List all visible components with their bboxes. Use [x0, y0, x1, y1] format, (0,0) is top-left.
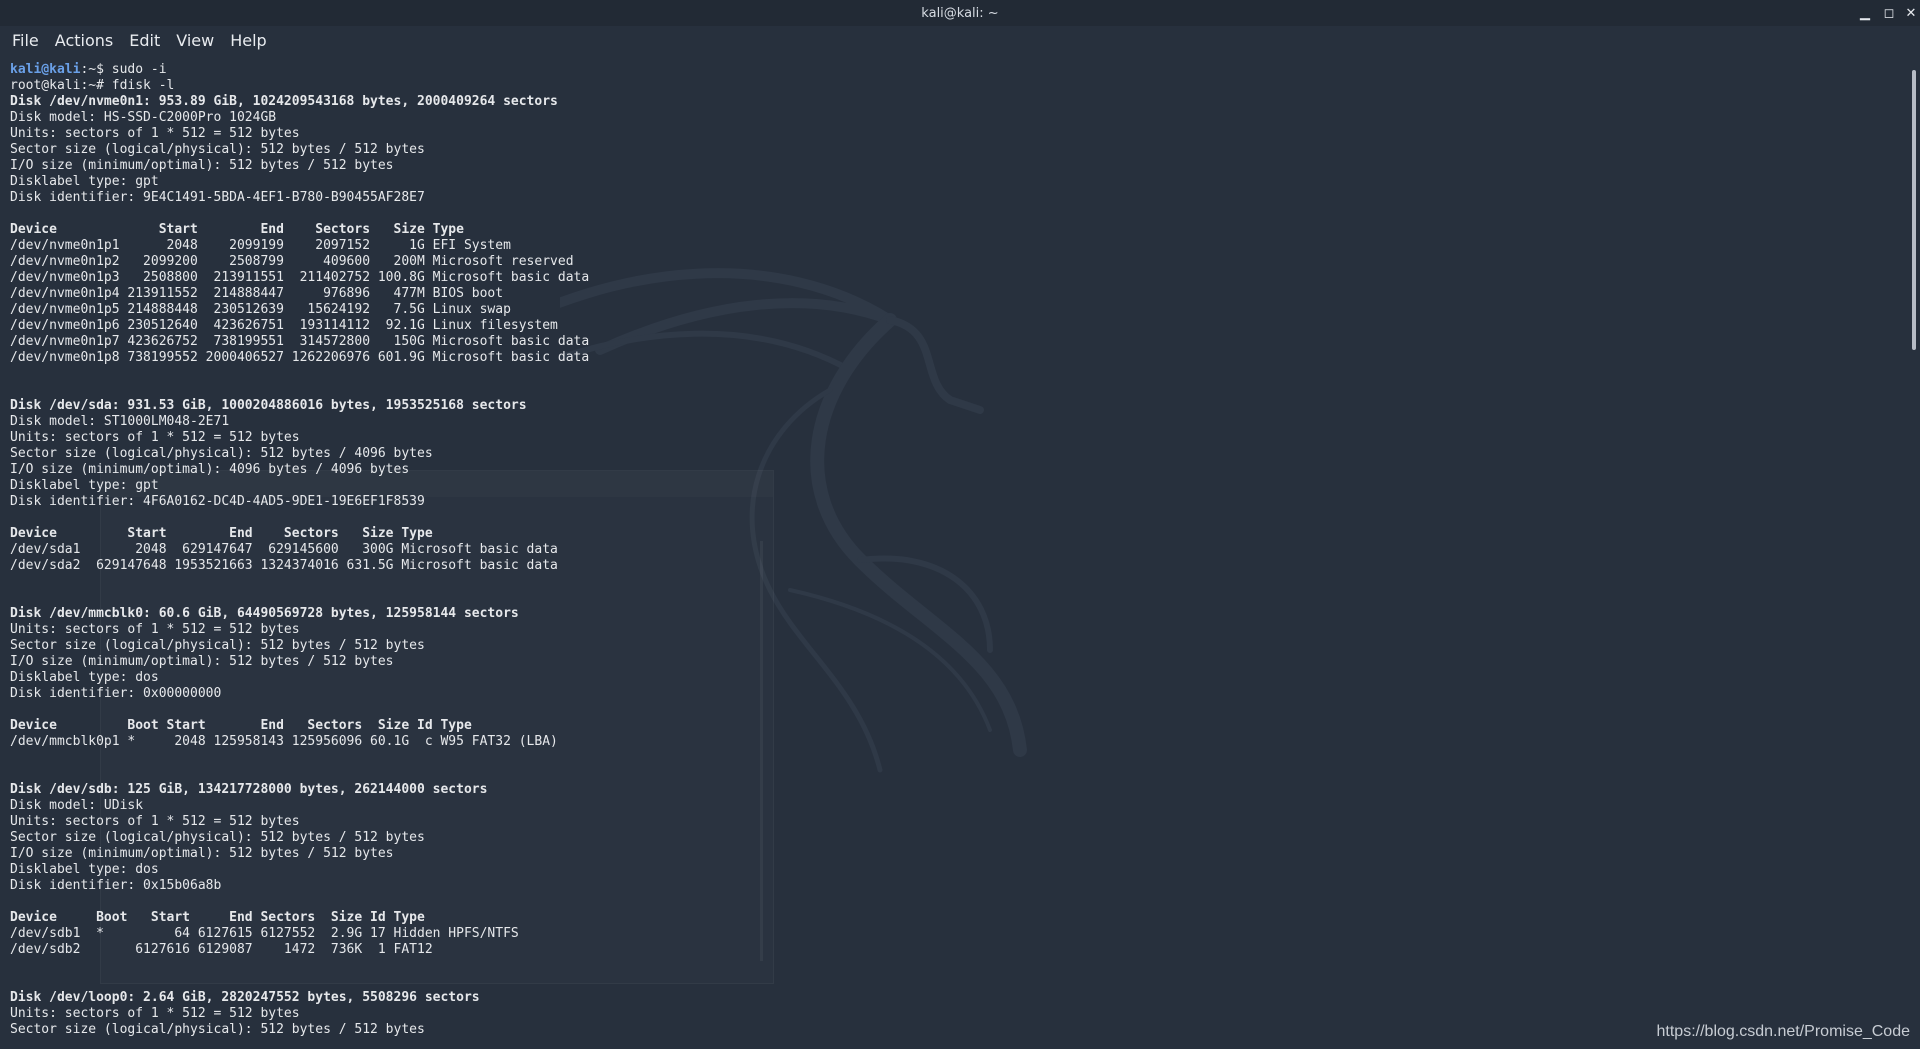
- terminal-line: root@kali:~# fdisk -l: [10, 78, 175, 93]
- terminal-line: Units: sectors of 1 * 512 = 512 bytes: [10, 430, 300, 445]
- menu-bar: File Actions Edit View Help: [0, 26, 1920, 56]
- terminal-line: Sector size (logical/physical): 512 byte…: [10, 830, 425, 845]
- minimize-button[interactable]: ▁: [1856, 4, 1874, 22]
- terminal-line: Disk identifier: 0x15b06a8b: [10, 878, 222, 893]
- terminal-line: Disklabel type: dos: [10, 862, 159, 877]
- terminal-line: Disk model: HS-SSD-C2000Pro 1024GB: [10, 110, 277, 125]
- terminal-line: /dev/nvme0n1p5 214888448 230512639 15624…: [10, 302, 511, 317]
- terminal-window: kali@kali: ~ ▁ ◻ ✕ File Actions Edit Vie…: [0, 0, 1920, 1049]
- scrollbar-thumb[interactable]: [1912, 70, 1916, 350]
- prompt-command: :~$ sudo -i: [80, 62, 167, 77]
- terminal-line: I/O size (minimum/optimal): 512 bytes / …: [10, 654, 394, 669]
- terminal-line: /dev/sdb2 6127616 6129087 1472 736K 1 FA…: [10, 942, 433, 957]
- menu-file[interactable]: File: [4, 26, 47, 56]
- terminal-line: /dev/sda2 629147648 1953521663 132437401…: [10, 558, 558, 573]
- terminal-line: Sector size (logical/physical): 512 byte…: [10, 638, 425, 653]
- terminal-line: Sector size (logical/physical): 512 byte…: [10, 1022, 425, 1037]
- terminal-line: Disk /dev/sda: 931.53 GiB, 1000204886016…: [10, 398, 527, 413]
- terminal-line: /dev/nvme0n1p2 2099200 2508799 409600 20…: [10, 254, 574, 269]
- close-button[interactable]: ✕: [1902, 4, 1920, 22]
- terminal-line: Sector size (logical/physical): 512 byte…: [10, 446, 433, 461]
- terminal-line: Device Boot Start End Sectors Size Id Ty…: [10, 910, 425, 925]
- terminal-line: Disk model: UDisk: [10, 798, 144, 813]
- maximize-button[interactable]: ◻: [1880, 4, 1898, 22]
- terminal-line: Device Start End Sectors Size Type: [10, 222, 464, 237]
- window-title: kali@kali: ~: [921, 5, 999, 21]
- terminal-line: /dev/nvme0n1p3 2508800 213911551 2114027…: [10, 270, 590, 285]
- terminal-line: Disk identifier: 0x00000000: [10, 686, 222, 701]
- terminal-line: /dev/nvme0n1p6 230512640 423626751 19311…: [10, 318, 558, 333]
- terminal-line: Disklabel type: dos: [10, 670, 159, 685]
- menu-actions[interactable]: Actions: [47, 26, 121, 56]
- terminal-output[interactable]: kali@kali:~$ sudo -i root@kali:~# fdisk …: [10, 62, 1890, 1042]
- terminal-line: Disklabel type: gpt: [10, 174, 159, 189]
- terminal-line: Sector size (logical/physical): 512 byte…: [10, 142, 425, 157]
- terminal-line: Disk /dev/loop0: 2.64 GiB, 2820247552 by…: [10, 990, 480, 1005]
- terminal-line: Disk model: ST1000LM048-2E71: [10, 414, 230, 429]
- minimize-icon: ▁: [1860, 5, 1870, 20]
- prompt-user: kali@kali: [10, 62, 81, 77]
- terminal-line: I/O size (minimum/optimal): 4096 bytes /…: [10, 462, 410, 477]
- terminal-line: Disklabel type: gpt: [10, 478, 159, 493]
- prompt-line: kali@kali:~$ sudo -i: [10, 62, 1890, 78]
- terminal-line: Device Start End Sectors Size Type: [10, 526, 433, 541]
- terminal-line: I/O size (minimum/optimal): 512 bytes / …: [10, 846, 394, 861]
- terminal-line: I/O size (minimum/optimal): 512 bytes / …: [10, 158, 394, 173]
- terminal-line: /dev/sdb1 * 64 6127615 6127552 2.9G 17 H…: [10, 926, 519, 941]
- terminal-line: Units: sectors of 1 * 512 = 512 bytes: [10, 814, 300, 829]
- maximize-icon: ◻: [1883, 5, 1895, 20]
- terminal-line: Disk identifier: 4F6A0162-DC4D-4AD5-9DE1…: [10, 494, 425, 509]
- terminal-line: Disk identifier: 9E4C1491-5BDA-4EF1-B780…: [10, 190, 425, 205]
- terminal-line: Disk /dev/sdb: 125 GiB, 134217728000 byt…: [10, 782, 488, 797]
- watermark-url: https://blog.csdn.net/Promise_Code: [1656, 1023, 1910, 1040]
- menu-edit[interactable]: Edit: [121, 26, 168, 56]
- terminal-line: Units: sectors of 1 * 512 = 512 bytes: [10, 622, 300, 637]
- terminal-line: /dev/nvme0n1p7 423626752 738199551 31457…: [10, 334, 590, 349]
- terminal-line: Disk /dev/nvme0n1: 953.89 GiB, 102420954…: [10, 94, 558, 109]
- terminal-line: /dev/nvme0n1p4 213911552 214888447 97689…: [10, 286, 504, 301]
- terminal-line: /dev/mmcblk0p1 * 2048 125958143 12595609…: [10, 734, 558, 749]
- terminal-scrollbar[interactable]: [1908, 64, 1920, 1049]
- title-bar[interactable]: kali@kali: ~: [0, 0, 1920, 26]
- terminal-line: Disk /dev/mmcblk0: 60.6 GiB, 64490569728…: [10, 606, 519, 621]
- terminal-line: /dev/nvme0n1p1 2048 2099199 2097152 1G E…: [10, 238, 511, 253]
- menu-help[interactable]: Help: [222, 26, 274, 56]
- close-icon: ✕: [1905, 5, 1917, 20]
- terminal-line: Units: sectors of 1 * 512 = 512 bytes: [10, 126, 300, 141]
- terminal-line: /dev/nvme0n1p8 738199552 2000406527 1262…: [10, 350, 590, 365]
- terminal-line: Units: sectors of 1 * 512 = 512 bytes: [10, 1006, 300, 1021]
- terminal-line: /dev/sda1 2048 629147647 629145600 300G …: [10, 542, 558, 557]
- terminal-line: Device Boot Start End Sectors Size Id Ty…: [10, 718, 472, 733]
- menu-view[interactable]: View: [168, 26, 222, 56]
